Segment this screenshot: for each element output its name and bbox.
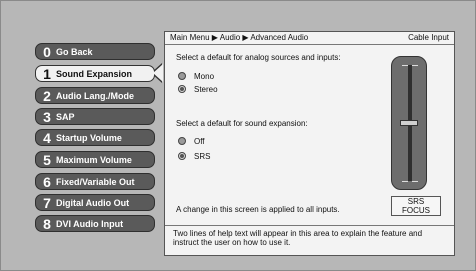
menu-item-number: 3 bbox=[43, 108, 51, 125]
breadcrumb-path: Main Menu ▶ Audio ▶ Advanced Audio bbox=[170, 33, 309, 42]
menu-item-digital-audio-out[interactable]: 7 Digital Audio Out bbox=[35, 194, 155, 211]
menu-item-number: 4 bbox=[43, 129, 51, 146]
breadcrumb: Main Menu ▶ Audio ▶ Advanced Audio Cable… bbox=[165, 32, 454, 45]
srs-focus-label-line2: FOCUS bbox=[402, 206, 430, 215]
option-label: Stereo bbox=[194, 84, 218, 94]
option-label: Off bbox=[194, 136, 205, 146]
option-srs[interactable]: SRS bbox=[178, 150, 210, 162]
menu-item-number: 1 bbox=[43, 65, 51, 82]
option-label: SRS bbox=[194, 151, 211, 161]
menu-item-label: Audio Lang./Mode bbox=[56, 90, 134, 101]
radio-button-selected-icon[interactable] bbox=[178, 152, 186, 160]
radio-button-icon[interactable] bbox=[178, 137, 186, 145]
slider-tick bbox=[402, 181, 408, 182]
help-text-area: Two lines of help text will appear in th… bbox=[165, 225, 454, 256]
tv-screen: 0 Go Back 1 Sound Expansion 2 Audio Lang… bbox=[0, 0, 476, 271]
menu-item-label: Digital Audio Out bbox=[56, 197, 130, 208]
menu-item-label: Go Back bbox=[56, 46, 93, 57]
menu-item-maximum-volume[interactable]: 5 Maximum Volume bbox=[35, 151, 155, 168]
menu-item-dvi-audio-input[interactable]: 8 DVI Audio Input bbox=[35, 215, 155, 232]
menu-item-label: Maximum Volume bbox=[56, 154, 132, 165]
menu-item-audio-lang-mode[interactable]: 2 Audio Lang./Mode bbox=[35, 87, 155, 104]
menu-item-go-back[interactable]: 0 Go Back bbox=[35, 43, 155, 60]
menu-item-number: 7 bbox=[43, 194, 51, 211]
menu-item-number: 2 bbox=[43, 87, 51, 104]
menu-item-number: 5 bbox=[43, 151, 51, 168]
applies-to-all-note: A change in this screen is applied to al… bbox=[176, 205, 340, 214]
selection-pointer-icon bbox=[153, 64, 163, 82]
radio-button-selected-icon[interactable] bbox=[178, 85, 186, 93]
menu-item-number: 6 bbox=[43, 173, 51, 190]
option-label: Mono bbox=[194, 71, 215, 81]
srs-focus-slider[interactable] bbox=[391, 56, 427, 190]
slider-knob[interactable] bbox=[400, 120, 418, 126]
slider-tick bbox=[412, 181, 418, 182]
menu-item-fixed-variable-out[interactable]: 6 Fixed/Variable Out bbox=[35, 173, 155, 190]
expansion-prompt: Select a default for sound expansion: bbox=[176, 119, 308, 128]
menu-item-label: Fixed/Variable Out bbox=[56, 176, 135, 187]
slider-tick bbox=[412, 65, 418, 66]
slider-tick bbox=[402, 65, 408, 66]
option-stereo[interactable]: Stereo bbox=[178, 83, 218, 95]
radio-button-icon[interactable] bbox=[178, 72, 186, 80]
input-source-label: Cable Input bbox=[408, 33, 449, 42]
menu-item-number: 8 bbox=[43, 215, 51, 232]
option-mono[interactable]: Mono bbox=[178, 70, 214, 82]
analog-prompt: Select a default for analog sources and … bbox=[176, 53, 341, 62]
srs-focus-label-line1: SRS bbox=[407, 197, 425, 206]
srs-focus-label: SRS FOCUS bbox=[391, 196, 441, 216]
help-text: Two lines of help text will appear in th… bbox=[173, 229, 423, 247]
menu-item-label: SAP bbox=[56, 111, 75, 122]
advanced-audio-panel: Main Menu ▶ Audio ▶ Advanced Audio Cable… bbox=[164, 31, 455, 256]
menu-item-sap[interactable]: 3 SAP bbox=[35, 108, 155, 125]
menu-item-label: Sound Expansion bbox=[56, 68, 133, 79]
option-off[interactable]: Off bbox=[178, 135, 205, 147]
menu-item-sound-expansion[interactable]: 1 Sound Expansion bbox=[35, 65, 155, 82]
menu-item-startup-volume[interactable]: 4 Startup Volume bbox=[35, 129, 155, 146]
menu-item-label: Startup Volume bbox=[56, 132, 122, 143]
menu-item-number: 0 bbox=[43, 43, 51, 60]
menu-item-label: DVI Audio Input bbox=[56, 218, 124, 229]
